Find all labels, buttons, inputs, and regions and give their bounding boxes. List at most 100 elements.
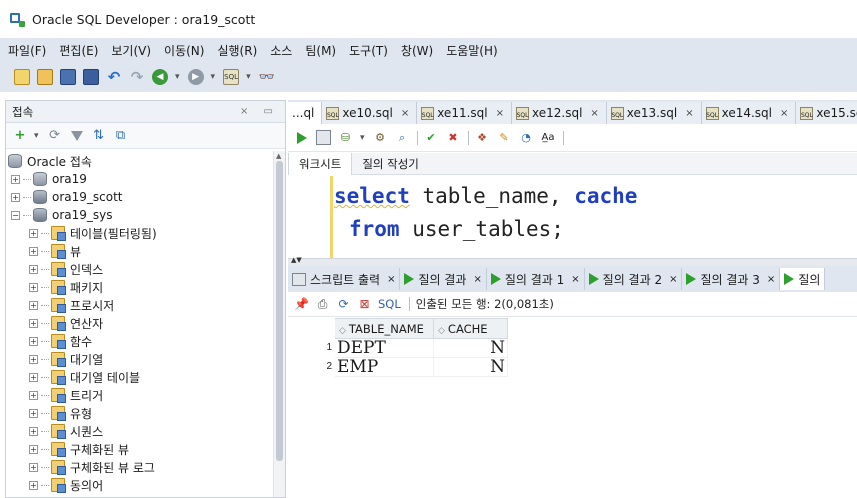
schema-browser-icon[interactable]: ⇅ <box>91 128 107 144</box>
menu-file[interactable]: 파일(F) <box>8 42 46 59</box>
table-row[interactable]: 1 DEPT N <box>291 338 508 358</box>
tree-item-queues[interactable]: + 대기열 <box>6 350 285 368</box>
binoculars-icon[interactable]: 👓 <box>259 69 275 85</box>
commit-icon[interactable]: ⛁ <box>338 130 353 145</box>
tree-scrollbar[interactable]: ▲ <box>273 151 285 497</box>
tree-item-sequences[interactable]: + 시퀀스 <box>6 422 285 440</box>
panel-close-minimize-icons[interactable]: × ▭ <box>240 106 279 117</box>
expand-icon[interactable]: + <box>29 408 38 418</box>
commit-transaction-icon[interactable]: ✔ <box>424 130 439 145</box>
run-script-icon[interactable] <box>316 130 331 145</box>
doc-tab-xe15[interactable]: SQL xe15.sq <box>796 102 857 124</box>
close-tab-icon[interactable]: × <box>780 108 788 119</box>
unshared-sql-icon[interactable]: ❖ <box>475 130 490 145</box>
tree-item-types[interactable]: + 유형 <box>6 404 285 422</box>
tree-item-ora19[interactable]: + ora19 <box>6 170 285 188</box>
doc-tab-xe11[interactable]: SQL xe11.sql × <box>417 102 512 124</box>
code-line-2[interactable]: from user_tables; <box>349 217 564 241</box>
tree-item-indexes[interactable]: + 인덱스 <box>6 260 285 278</box>
tree-item-materialized-views[interactable]: + 구체화된 뷰 <box>6 440 285 458</box>
doc-tab-xe14[interactable]: SQL xe14.sql × <box>701 102 797 124</box>
expand-icon[interactable]: + <box>29 426 38 436</box>
column-header-cache[interactable]: ◇ CACHE <box>433 318 508 339</box>
doc-tab-active[interactable]: ...ql <box>288 102 323 124</box>
save-all-icon[interactable] <box>83 69 99 85</box>
cell-table-name[interactable]: DEPT <box>334 338 434 358</box>
forward-dropdown-icon[interactable]: ▾ <box>211 72 216 82</box>
tree-item-materialized-view-logs[interactable]: + 구체화된 뷰 로그 <box>6 458 285 476</box>
tab-script-output[interactable]: 스크립트 출력 × <box>288 268 401 290</box>
expand-icon[interactable]: + <box>29 444 38 454</box>
expand-icon[interactable]: + <box>29 300 38 310</box>
table-row[interactable]: 2 EMP N <box>291 357 508 377</box>
autotrace-icon[interactable]: ⌕ <box>395 130 410 145</box>
add-connection-icon[interactable]: + <box>12 128 28 144</box>
run-statement-icon[interactable] <box>294 130 309 145</box>
refresh-icon[interactable]: ⟳ <box>47 128 63 144</box>
menu-team[interactable]: 팀(M) <box>305 42 336 59</box>
collapse-icon[interactable]: − <box>11 210 20 220</box>
format-icon[interactable]: A̲a <box>541 130 556 145</box>
expand-icon[interactable]: + <box>29 354 38 364</box>
redo-icon[interactable]: ↷ <box>129 68 145 86</box>
code-line-1[interactable]: select table_name, cache <box>334 184 637 208</box>
menu-edit[interactable]: 편집(E) <box>59 42 98 59</box>
commit-dropdown-icon[interactable]: ▾ <box>360 133 365 143</box>
sql-history-icon[interactable]: ◔ <box>519 130 534 145</box>
expand-icon[interactable]: + <box>29 318 38 328</box>
sql-worksheet-icon[interactable]: SQL <box>223 69 240 85</box>
sql-editor[interactable]: select table_name, cache from user_table… <box>288 176 857 258</box>
column-header-table-name[interactable]: ◇ TABLE_NAME <box>334 318 434 339</box>
expand-icon[interactable]: + <box>11 192 20 202</box>
explain-plan-icon[interactable]: ⚙ <box>373 130 388 145</box>
add-connection-dropdown-icon[interactable]: ▾ <box>34 131 39 141</box>
sql-worksheet-dropdown-icon[interactable]: ▾ <box>246 72 251 82</box>
close-tab-icon[interactable]: × <box>669 274 677 285</box>
editor-results-splitter[interactable]: ▲▼ <box>288 256 857 266</box>
tree-item-procedures[interactable]: + 프로시저 <box>6 296 285 314</box>
tree-item-oracle-connections[interactable]: Oracle 접속 <box>6 152 285 170</box>
sql-link[interactable]: SQL <box>378 297 401 311</box>
cell-table-name[interactable]: EMP <box>334 357 434 377</box>
close-tab-icon[interactable]: × <box>473 274 481 285</box>
close-tab-icon[interactable]: × <box>767 274 775 285</box>
forward-arrow-icon[interactable]: ▶ <box>187 69 204 85</box>
expand-icon[interactable]: + <box>29 228 38 238</box>
tab-query-builder[interactable]: 질의 작성기 <box>352 153 429 175</box>
expand-icon[interactable]: + <box>11 174 20 184</box>
doc-tab-xe12[interactable]: SQL xe12.sql × <box>512 102 607 124</box>
tab-query-result-3[interactable]: 질의 결과 3 × <box>682 268 781 290</box>
menu-help[interactable]: 도움말(H) <box>446 42 498 59</box>
manage-connections-icon[interactable]: ⧉ <box>113 128 129 144</box>
tree-item-ora19-sys[interactable]: − ora19_sys <box>6 206 285 224</box>
doc-tab-xe13[interactable]: SQL xe13.sql × <box>606 102 702 124</box>
expand-icon[interactable]: + <box>29 480 38 490</box>
doc-tab-xe10[interactable]: SQL xe10.sql × <box>322 102 418 124</box>
expand-icon[interactable]: + <box>29 282 38 292</box>
close-tab-icon[interactable]: × <box>590 108 598 119</box>
cancel-icon[interactable]: ⊠ <box>357 297 372 312</box>
undo-icon[interactable]: ↶ <box>106 68 122 86</box>
tab-query-result-2[interactable]: 질의 결과 2 × <box>585 268 683 290</box>
expand-icon[interactable]: + <box>29 264 38 274</box>
tree-item-triggers[interactable]: + 트리거 <box>6 386 285 404</box>
expand-icon[interactable]: + <box>29 246 38 256</box>
open-folder-icon[interactable] <box>37 69 53 85</box>
tab-query-result-1[interactable]: 질의 결과 1 × <box>487 268 585 290</box>
rollback-icon[interactable]: ✖ <box>446 130 461 145</box>
menu-source[interactable]: 소스 <box>270 42 292 59</box>
close-tab-icon[interactable]: × <box>685 108 693 119</box>
close-tab-icon[interactable]: × <box>401 108 409 119</box>
print-icon[interactable]: ⎙ <box>315 297 330 312</box>
expand-icon[interactable]: + <box>29 336 38 346</box>
clear-icon[interactable]: ✎ <box>497 130 512 145</box>
tree-item-ora19-scott[interactable]: + ora19_scott <box>6 188 285 206</box>
filter-icon[interactable] <box>69 128 85 144</box>
menu-tools[interactable]: 도구(T) <box>349 42 388 59</box>
close-tab-icon[interactable]: × <box>571 274 579 285</box>
tree-item-functions[interactable]: + 함수 <box>6 332 285 350</box>
save-icon[interactable] <box>60 69 76 85</box>
tree-item-packages[interactable]: + 패키지 <box>6 278 285 296</box>
expand-icon[interactable]: + <box>29 390 38 400</box>
tab-query-result-active[interactable]: 질의 <box>780 268 826 290</box>
